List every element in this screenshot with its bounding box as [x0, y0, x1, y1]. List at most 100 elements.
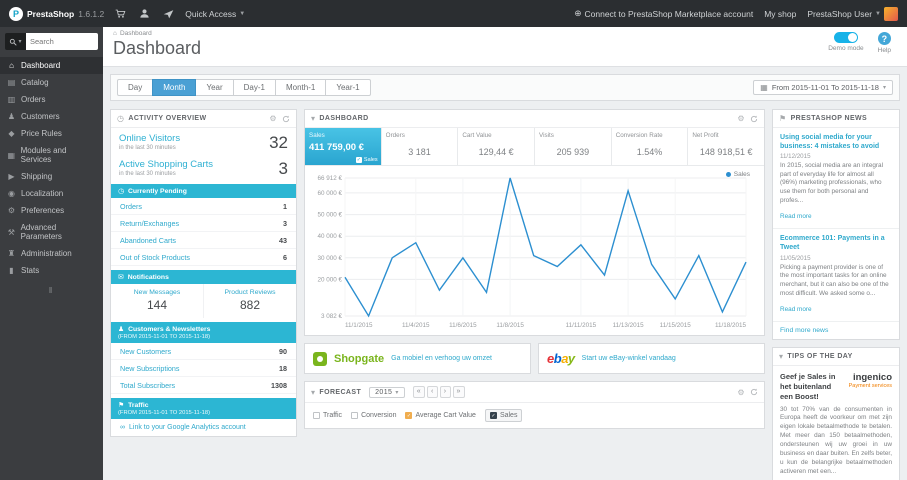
period-day-button[interactable]: Day [117, 79, 154, 96]
gear-icon[interactable]: ⚙ [737, 388, 745, 397]
sidebar-item-catalog[interactable]: ▤ Catalog [0, 74, 103, 91]
period-year-button[interactable]: Year [195, 79, 234, 96]
kpi-visits[interactable]: Visits 205 939 [535, 128, 612, 165]
forecast-avg-cart-value-checkbox[interactable]: Average Cart Value [405, 412, 476, 419]
refresh-icon[interactable] [750, 115, 758, 123]
online-visitors-stat[interactable]: Online Visitors in the last 30 minutes 3… [111, 128, 296, 154]
new-subscriptions-row[interactable]: New Subscriptions 18 [111, 360, 296, 377]
chart-legend[interactable]: Sales [725, 171, 750, 178]
sidebar-item-customers[interactable]: ♟ Customers [0, 108, 103, 125]
product-reviews-stat[interactable]: Product Reviews 882 [203, 284, 296, 318]
search-button[interactable]: ▾ [5, 33, 26, 50]
pending-returns-row[interactable]: Return/Exchanges 3 [111, 215, 296, 232]
last-page-icon[interactable]: » [452, 386, 465, 398]
gear-icon[interactable]: ⚙ [269, 114, 277, 123]
stats-icon: ▮ [9, 266, 14, 275]
prev-page-icon[interactable]: ‹ [427, 386, 438, 398]
sidebar-item-label: Localization [21, 189, 64, 198]
forecast-panel-header: ▾ FORECAST 2015 ▾ « ‹ › » ⚙ [305, 382, 764, 403]
new-customers-row[interactable]: New Customers 90 [111, 343, 296, 360]
topbar: P PrestaShop 1.6.1.2 Quick Access ▼ ⊕ Co… [0, 0, 907, 27]
marketplace-link[interactable]: ⊕ Connect to PrestaShop Marketplace acco… [574, 8, 753, 19]
sidebar-item-administration[interactable]: ♜ Administration [0, 245, 103, 262]
total-subscribers-row[interactable]: Total Subscribers 1308 [111, 377, 296, 394]
traffic-title: Traffic [128, 401, 149, 409]
abandoned-carts-row[interactable]: Abandoned Carts 43 [111, 232, 296, 249]
sales-checkbox[interactable]: ✓ Sales [355, 157, 378, 163]
forecast-year-select[interactable]: 2015 ▾ [369, 386, 405, 398]
cart-icon[interactable] [113, 6, 128, 21]
customers-date-range: (FROM 2015-11-01 TO 2015-11-18) [118, 334, 211, 340]
customer-icon[interactable] [137, 6, 152, 21]
pending-orders-row[interactable]: Orders 1 [111, 198, 296, 215]
kpi-orders[interactable]: Orders 3 181 [382, 128, 459, 165]
my-shop-link[interactable]: My shop [764, 9, 796, 19]
breadcrumb[interactable]: ⌂ Dashboard [113, 30, 897, 37]
forecast-conversion-checkbox[interactable]: Conversion [351, 412, 396, 419]
kpi-sales[interactable]: Sales 411 759,00 € ✓ Sales [305, 128, 382, 165]
new-messages-stat[interactable]: New Messages 144 [111, 284, 203, 318]
read-more-link[interactable]: Read more [780, 213, 812, 220]
demo-mode-label: Demo mode [828, 45, 864, 52]
first-page-icon[interactable]: « [412, 386, 426, 398]
search-input[interactable] [26, 33, 98, 50]
refresh-icon[interactable] [282, 115, 290, 123]
next-page-icon[interactable]: › [439, 386, 451, 398]
row-value: 1 [283, 201, 287, 211]
period-month-1-button[interactable]: Month-1 [274, 79, 327, 96]
help-label: Help [877, 47, 891, 54]
checkbox-icon [351, 412, 359, 419]
period-day-1-button[interactable]: Day-1 [232, 79, 276, 96]
sidebar-item-preferences[interactable]: ⚙ Preferences [0, 202, 103, 219]
read-more-link[interactable]: Read more [780, 306, 812, 313]
refresh-icon[interactable] [750, 388, 758, 396]
user-menu[interactable]: PrestaShop User ▼ [807, 6, 898, 21]
gear-icon[interactable]: ⚙ [737, 114, 745, 123]
shopgate-link[interactable]: Ga mobiel en verhoog uw omzet [391, 355, 492, 362]
sidebar-item-stats[interactable]: ▮ Stats [0, 262, 103, 279]
kpi-cart-value[interactable]: Cart Value 129,44 € [458, 128, 536, 165]
brand[interactable]: P PrestaShop 1.6.1.2 [9, 6, 104, 21]
news-panel-header: ⚑ PRESTASHOP NEWS [773, 110, 899, 128]
sidebar-item-shipping[interactable]: ▶ Shipping [0, 168, 103, 185]
sidebar-item-price-rules[interactable]: ◆ Price Rules [0, 125, 103, 142]
ebay-promo[interactable]: ebay Start uw eBay-winkel vandaag [538, 343, 765, 374]
news-headline-link[interactable]: Using social media for your business: 4 … [780, 133, 892, 151]
google-analytics-link[interactable]: ∞ Link to your Google Analytics account [111, 419, 296, 436]
kpi-value: 3 181 [408, 147, 431, 157]
gear-icon: ⚙ [7, 206, 16, 215]
x-tick-label: 11/4/2015 [402, 322, 430, 329]
demo-mode-toggle[interactable] [833, 32, 858, 43]
collapse-sidebar-icon[interactable]: ‖ [0, 279, 103, 302]
shopgate-promo[interactable]: Shopgate Ga mobiel en verhoog uw omzet [304, 343, 531, 374]
kpi-conversion-rate[interactable]: Conversion Rate 1.54% [612, 128, 689, 165]
forecast-year-value: 2015 [375, 388, 393, 396]
forecast-traffic-checkbox[interactable]: Traffic [313, 412, 342, 419]
news-headline-link[interactable]: Ecommerce 101: Payments in a Tweet [780, 234, 892, 252]
period-year-1-button[interactable]: Year-1 [325, 79, 371, 96]
quick-access-menu[interactable]: Quick Access ▼ [185, 9, 245, 19]
promo-row: Shopgate Ga mobiel en verhoog uw omzet e… [304, 343, 765, 374]
tips-panel-header: ▾ TIPS OF THE DAY [773, 348, 899, 367]
find-more-news-link[interactable]: Find more news [773, 322, 899, 339]
ebay-letter: e [547, 351, 554, 366]
help-icon[interactable]: ? [877, 32, 891, 45]
page-title: Dashboard [113, 38, 202, 58]
sidebar-item-orders[interactable]: ▥ Orders [0, 91, 103, 108]
message-icon[interactable] [161, 6, 176, 21]
sidebar-item-dashboard[interactable]: ⌂ Dashboard [0, 57, 103, 74]
ingenico-name: ingenico [852, 372, 892, 384]
ebay-link[interactable]: Start uw eBay-winkel vandaag [582, 355, 676, 362]
envelope-icon: ✉ [118, 274, 124, 281]
forecast-sales-checkbox[interactable]: Sales [484, 409, 523, 422]
kpi-net-profit[interactable]: Net Profit 148 918,51 € [688, 128, 764, 165]
active-carts-stat[interactable]: Active Shopping Carts in the last 30 min… [111, 154, 296, 180]
period-month-button[interactable]: Month [152, 79, 197, 96]
x-tick-label: 11/8/2015 [496, 322, 524, 329]
date-range-picker[interactable]: ▦ From 2015-11-01 To 2015-11-18 ▾ [753, 80, 893, 95]
main-area: ⌂ Dashboard Dashboard Demo mode ? Help D… [103, 27, 907, 480]
sidebar-item-localization[interactable]: ◉ Localization [0, 185, 103, 202]
sidebar-item-advanced-parameters[interactable]: ⚒ Advanced Parameters [0, 219, 103, 245]
out-of-stock-row[interactable]: Out of Stock Products 6 [111, 249, 296, 266]
sidebar-item-modules[interactable]: ▦ Modules and Services [0, 142, 103, 168]
